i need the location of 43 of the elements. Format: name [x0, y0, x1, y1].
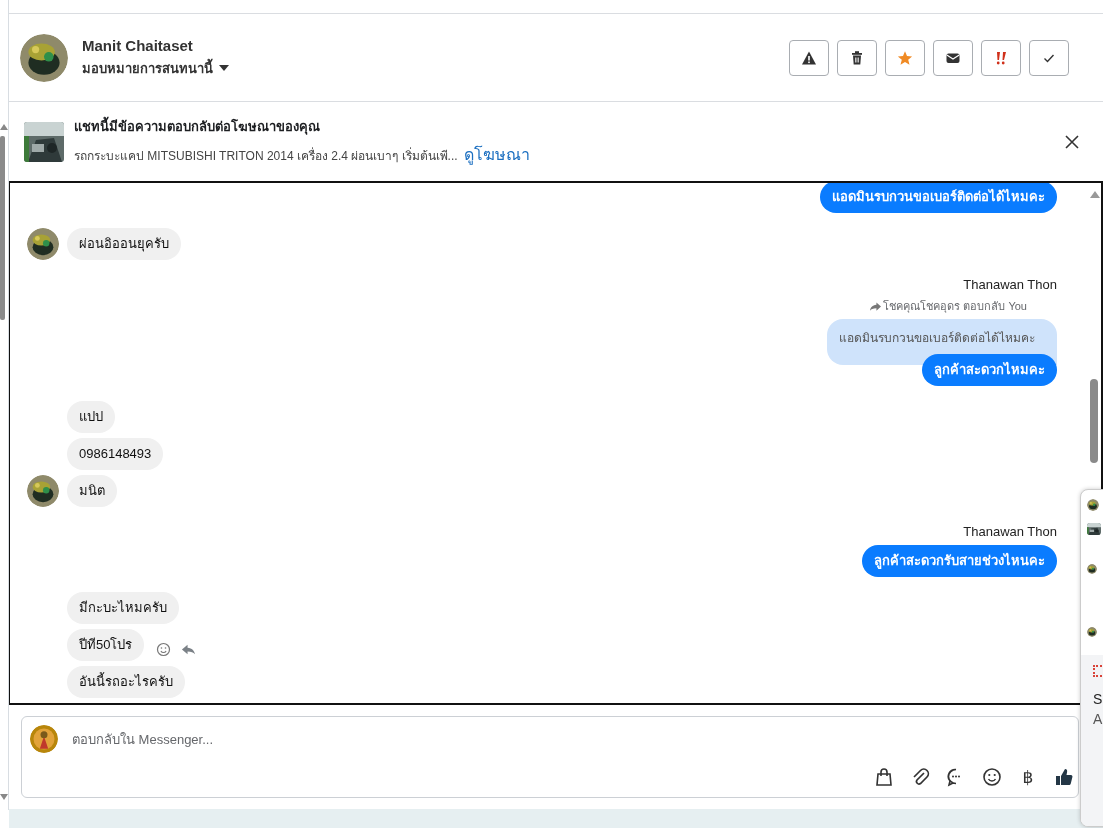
emoji-icon[interactable] [982, 767, 1002, 787]
sender-name: Thanawan Thon [963, 277, 1057, 292]
warning-icon [801, 49, 817, 66]
trash-icon [849, 49, 865, 66]
reply-note: โชคคุณโชคอุดร ตอบกลับ You [883, 299, 1027, 315]
baht-button[interactable]: ฿ [1018, 767, 1038, 787]
status-icon [1093, 665, 1103, 677]
report-button[interactable] [789, 39, 829, 76]
message-bubble: ผ่อนอิออนยุครับ [67, 228, 181, 260]
contact-name: Manit Chaitaset [82, 36, 194, 54]
message-bubble: ลูกค้าสะดวกรับสายช่วงไหนคะ [862, 545, 1057, 577]
scroll-down-arrow-icon[interactable] [0, 794, 8, 800]
message-bubble: ลูกค้าสะดวกไหมคะ [922, 354, 1057, 386]
shopping-bag-icon[interactable] [874, 767, 894, 787]
unread-button[interactable] [933, 39, 973, 76]
reply-icon[interactable] [181, 642, 197, 657]
star-button[interactable] [885, 39, 925, 76]
scroll-up-arrow-icon[interactable] [0, 124, 8, 130]
star-icon [897, 49, 913, 66]
caret-icon [219, 65, 229, 71]
close-icon[interactable] [1065, 134, 1079, 149]
message-bubble: 0986148493 [67, 438, 164, 470]
panel-text: S [1093, 691, 1103, 707]
panel-text: A [1093, 711, 1103, 727]
reply-field[interactable]: ตอบกลับใน Messenger... ฿ [21, 716, 1079, 798]
view-ad-link[interactable]: ดูโฆษณา [463, 146, 530, 163]
spam-button[interactable] [981, 39, 1021, 76]
message-bubble: มีกะบะไหมครับ [67, 592, 179, 624]
message-bubble: แปป [67, 401, 115, 433]
ad-notice-title: แชทนี้มีข้อความตอบกลับต่อโฆษณาของคุณ [74, 116, 1065, 137]
message-bubble: ปีที50โปร [67, 629, 145, 661]
sender-name: Thanawan Thon [963, 524, 1057, 539]
message-bubble: อันนี้รถอะไรครับ [67, 666, 185, 698]
scrollbar-thumb[interactable] [0, 136, 5, 320]
delete-button[interactable] [837, 39, 877, 76]
reply-arrow-icon [870, 301, 882, 311]
thumbs-up-icon[interactable] [1054, 767, 1074, 787]
message-bubble: แอดมินรบกวนขอเบอร์ติดต่อได้ไหมคะ [820, 183, 1057, 213]
message-bubble: มนิต [67, 475, 117, 507]
scrollbar-thumb[interactable] [1090, 379, 1098, 463]
assign-dropdown[interactable]: มอบหมายการสนทนานี้ [82, 57, 229, 79]
scroll-up-arrow-icon[interactable] [1090, 191, 1100, 198]
ad-description: รถกระบะแคป MITSUBISHI TRITON 2014 เครื่อง 2.4 ผ่อนเบาๆ เริ่มต้นเพี... [74, 149, 458, 163]
